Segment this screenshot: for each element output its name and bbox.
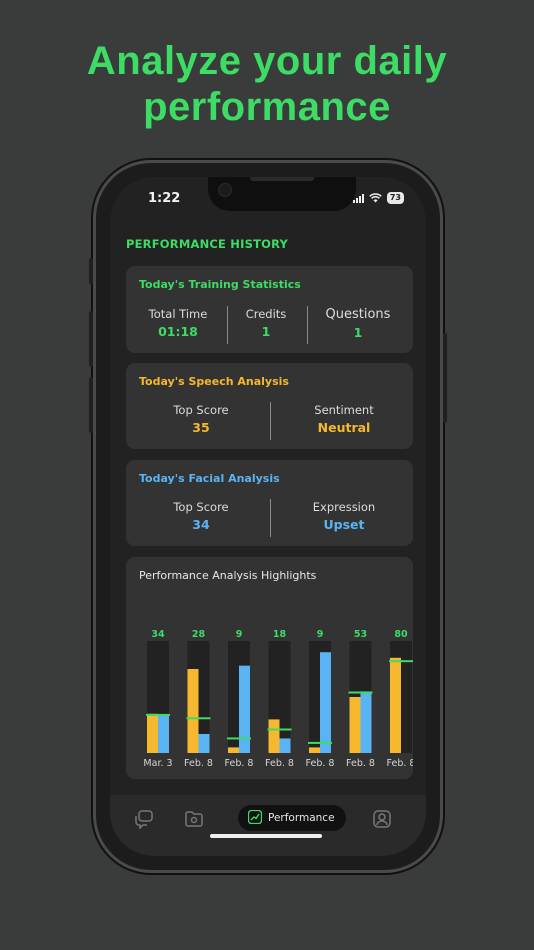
folder-icon[interactable] [184, 809, 204, 829]
bar-top-label: 18 [273, 629, 287, 640]
bar-top-label: 9 [317, 629, 324, 640]
score-marker [348, 691, 373, 694]
speech-top-score-value: 35 [192, 420, 210, 435]
stat-divider [270, 402, 271, 440]
front-camera-icon [218, 183, 232, 197]
facial-card-title: Today's Facial Analysis [139, 472, 280, 485]
facial-analysis-card: Today's Facial Analysis Top Score 34 Exp… [126, 460, 413, 546]
volume-down-button [89, 377, 93, 433]
speech-top-score-stat: Top Score 35 [146, 403, 256, 435]
headline-line-1: Analyze your daily [86, 39, 448, 83]
bar-top-label: 34 [151, 629, 165, 640]
performance-tab-label: Performance [268, 812, 335, 824]
expression-stat: Expression Upset [284, 500, 404, 532]
score-marker [389, 660, 413, 663]
page-title: PERFORMANCE HISTORY [126, 237, 289, 251]
speech-bar [309, 747, 320, 753]
wifi-icon [369, 192, 382, 204]
score-marker [186, 717, 211, 720]
score-marker [146, 713, 170, 716]
bar-top-label: 28 [192, 629, 206, 640]
chart-icon [247, 809, 263, 828]
speech-bar [390, 657, 401, 753]
x-tick-label: Mar. 3 [143, 758, 172, 769]
total-time-label: Total Time [148, 307, 208, 321]
training-card-title: Today's Training Statistics [139, 278, 301, 291]
bar-chart: 34 Mar. 3 28 Feb. 8 9 Feb. 8 18 Feb. 8 9 Feb. 8 53… [143, 629, 413, 769]
speech-bar [147, 713, 158, 753]
signal-icon [352, 193, 364, 203]
expression-label: Expression [312, 500, 376, 514]
battery-icon: 73 [386, 192, 404, 204]
volume-up-button [89, 311, 93, 367]
facial-top-score-stat: Top Score 34 [146, 500, 256, 532]
speech-card-title: Today's Speech Analysis [139, 375, 289, 388]
bar-top-label: 80 [394, 629, 408, 640]
speech-bar [268, 719, 280, 753]
expression-value: Upset [323, 517, 365, 532]
stat-divider [270, 499, 271, 537]
credits-label: Credits [245, 307, 287, 321]
profile-icon[interactable] [372, 809, 392, 829]
facial-bar [158, 714, 169, 753]
highlights-title: Performance Analysis Highlights [139, 569, 317, 582]
speech-analysis-card: Today's Speech Analysis Top Score 35 Sen… [126, 363, 413, 449]
bar-top-label: 9 [236, 629, 243, 640]
power-button [443, 333, 447, 423]
score-marker [308, 741, 332, 744]
status-time: 1:22 [148, 191, 181, 206]
status-icons: 73 [352, 192, 404, 204]
credits-value: 1 [261, 324, 271, 339]
speech-bar [187, 669, 199, 753]
phone-frame: 1:22 73 PERFORMANCE HISTORY Today's Trai… [89, 160, 447, 873]
bar-top-label: 53 [354, 629, 367, 640]
total-time-value: 01:18 [158, 324, 198, 339]
speech-bar [349, 697, 361, 753]
bottom-nav: Performance [110, 795, 426, 856]
facial-bar [198, 733, 210, 753]
questions-label: Questions [325, 307, 391, 322]
x-tick-label: Feb. 8 [387, 758, 413, 769]
speaker-grille [250, 177, 314, 181]
x-tick-label: Feb. 8 [346, 758, 375, 769]
speech-top-score-label: Top Score [173, 403, 229, 417]
home-indicator [210, 834, 322, 838]
headline: Analyze your daily performance [0, 38, 534, 130]
facial-bar [320, 652, 331, 753]
stat-divider [227, 306, 228, 344]
highlights-card: Performance Analysis Highlights 34 Mar. 3… [126, 557, 413, 779]
app-screen: 1:22 73 PERFORMANCE HISTORY Today's Trai… [110, 177, 426, 856]
training-stats-card: Today's Training Statistics Total Time 0… [126, 266, 413, 353]
questions-value: 1 [353, 325, 363, 340]
sentiment-stat: Sentiment Neutral [284, 403, 404, 435]
chat-icon[interactable] [134, 809, 154, 830]
performance-tab[interactable]: Performance [238, 805, 346, 831]
facial-bar [279, 738, 291, 753]
sentiment-label: Sentiment [314, 403, 374, 417]
x-tick-label: Feb. 8 [225, 758, 254, 769]
stat-divider [307, 306, 308, 344]
facial-top-score-value: 34 [192, 517, 210, 532]
facial-bar [239, 665, 250, 753]
score-marker [267, 728, 292, 731]
total-time-stat: Total Time 01:18 [132, 307, 224, 339]
credits-stat: Credits 1 [230, 307, 302, 339]
x-tick-label: Feb. 8 [265, 758, 294, 769]
score-marker [227, 737, 251, 740]
dynamic-notch [208, 177, 356, 211]
x-tick-label: Feb. 8 [306, 758, 335, 769]
mute-switch [89, 258, 93, 284]
highlights-chart: 34 Mar. 3 28 Feb. 8 9 Feb. 8 18 Feb. 8 9 Feb. 8 53… [139, 623, 413, 773]
sentiment-value: Neutral [317, 420, 371, 435]
questions-stat: Questions 1 [312, 307, 404, 340]
headline-line-2: performance [143, 85, 391, 129]
facial-top-score-label: Top Score [173, 500, 229, 514]
x-tick-label: Feb. 8 [184, 758, 213, 769]
speech-bar [228, 747, 239, 753]
facial-bar [360, 691, 372, 753]
